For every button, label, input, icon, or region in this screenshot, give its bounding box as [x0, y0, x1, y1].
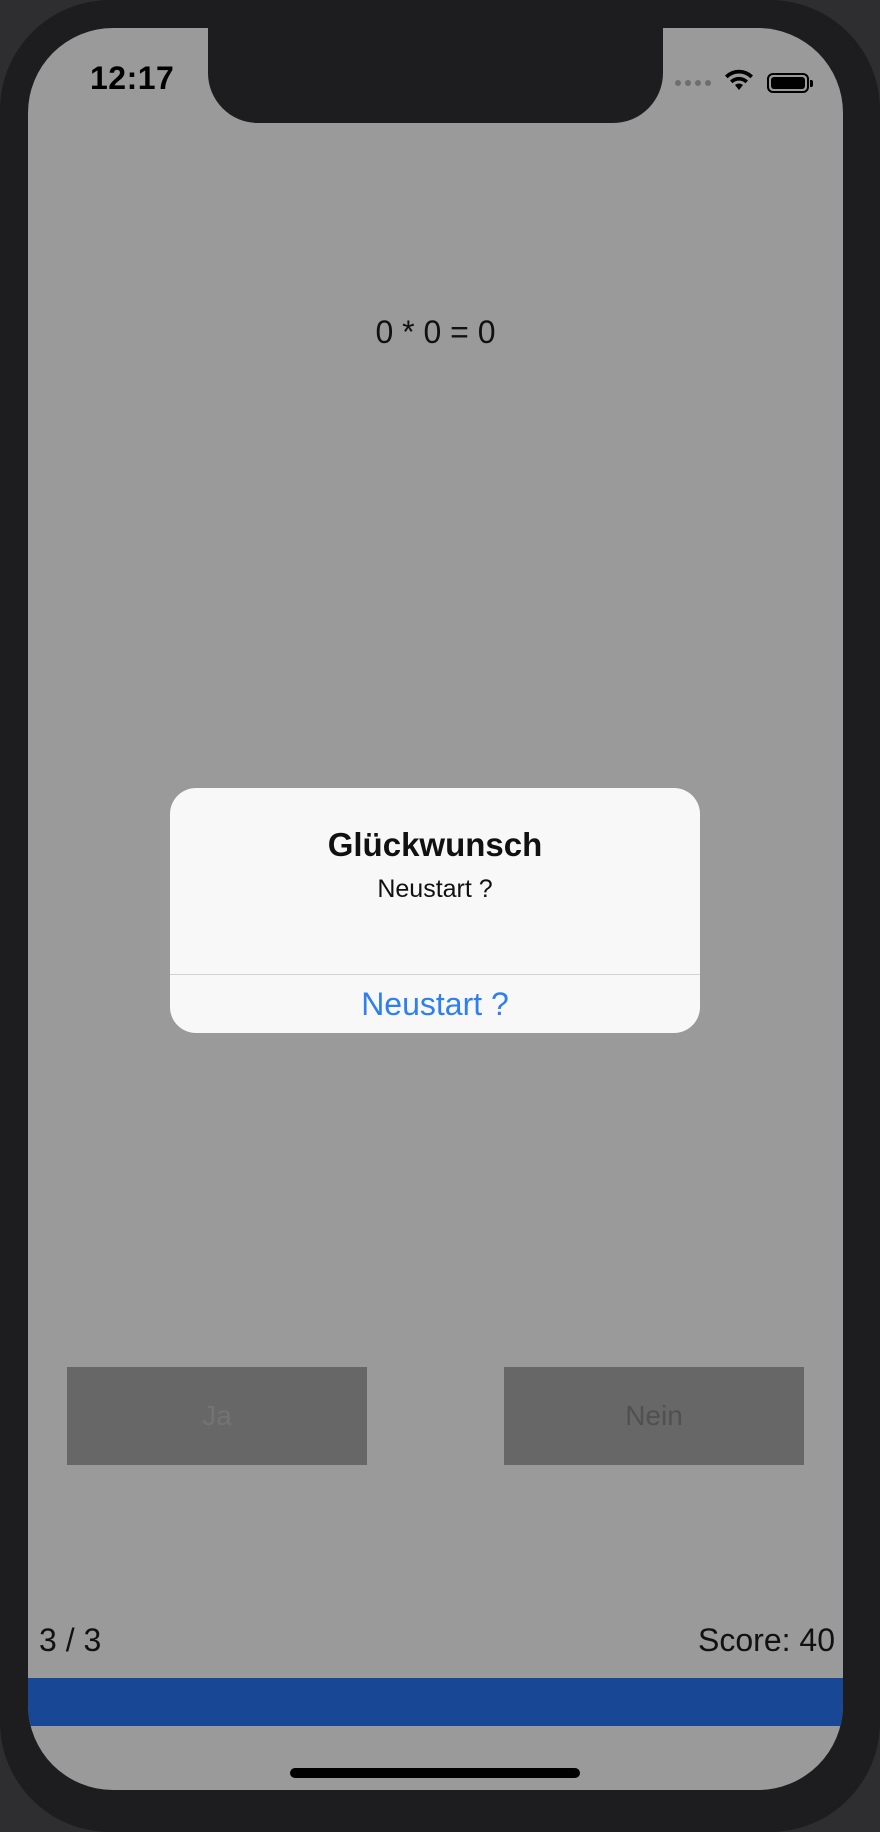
yes-button[interactable]: Ja	[67, 1367, 367, 1465]
equation-text: 0 * 0 = 0	[375, 314, 496, 350]
no-button[interactable]: Nein	[504, 1367, 804, 1465]
progress-fill	[28, 1678, 843, 1726]
notch	[208, 28, 663, 123]
signal-dots-icon	[675, 79, 711, 86]
app-screen: 12:17 0 * 0 = 0 Glückwunsch Neustart ? N…	[28, 28, 843, 1790]
dialog-message: Neustart ?	[377, 875, 493, 903]
alert-dialog: Glückwunsch Neustart ? Neustart ?	[170, 788, 700, 1033]
wifi-icon	[723, 68, 755, 97]
score-label: Score: 40	[698, 1622, 835, 1658]
phone-frame: 12:17 0 * 0 = 0 Glückwunsch Neustart ? N…	[0, 0, 880, 1832]
battery-icon	[767, 72, 813, 93]
status-icons	[675, 68, 813, 97]
home-indicator[interactable]	[290, 1768, 580, 1778]
question-counter: 3 / 3	[39, 1622, 102, 1658]
status-time: 12:17	[90, 60, 175, 96]
restart-button[interactable]: Neustart ?	[170, 975, 700, 1033]
progress-bar	[28, 1678, 843, 1726]
dialog-title: Glückwunsch	[327, 826, 543, 863]
